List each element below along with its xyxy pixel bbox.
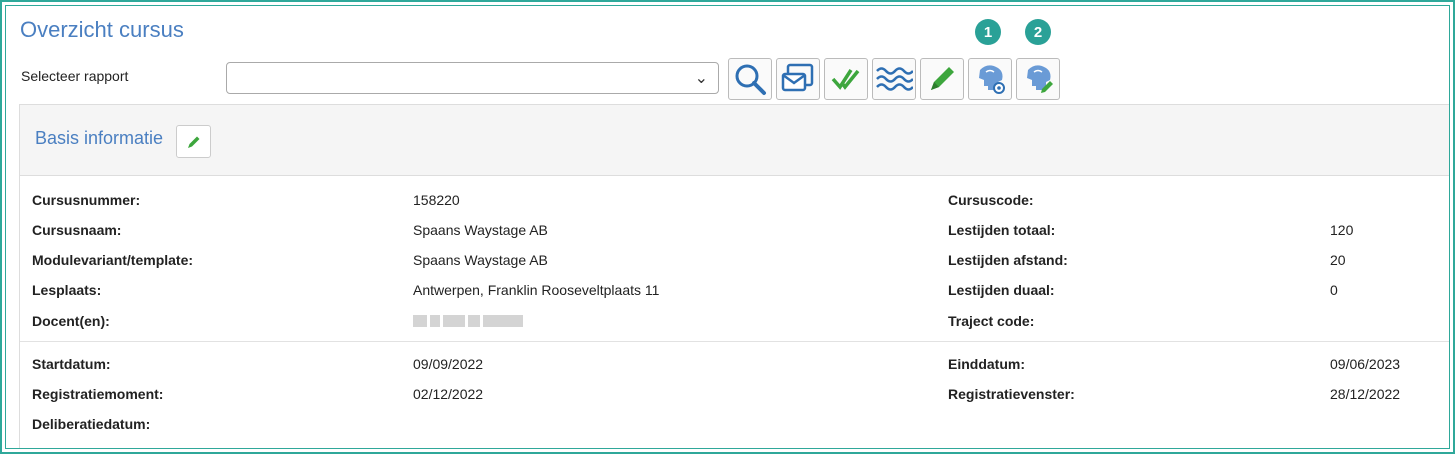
label-einddatum: Einddatum: [948, 356, 1025, 372]
label-registratievenster: Registratievenster: [948, 386, 1075, 402]
brain-gear-icon [979, 65, 1005, 94]
value-lestijden-totaal: 120 [1330, 222, 1354, 238]
edit-button[interactable] [920, 58, 964, 100]
label-cursuscode: Cursuscode: [948, 192, 1034, 208]
badge-1: 1 [975, 19, 1001, 45]
section-divider [20, 341, 1449, 342]
label-deliberatiedatum: Deliberatiedatum: [32, 416, 151, 432]
label-startdatum: Startdatum: [32, 356, 111, 372]
basis-info-panel: Basis informatie Cursusnummer: 158220 Cu… [19, 104, 1449, 448]
app-window: Overzicht cursus 1 2 Selecteer rapport ⌄ [5, 5, 1450, 449]
edit-basis-info-button[interactable] [176, 125, 211, 158]
value-registratiemoment: 02/12/2022 [413, 386, 484, 402]
label-lestijden-totaal: Lestijden totaal: [948, 222, 1056, 238]
label-traject-code: Traject code: [948, 313, 1035, 329]
value-lestijden-afstand: 20 [1330, 252, 1346, 268]
approve-button[interactable] [824, 58, 868, 100]
search-icon [735, 64, 766, 95]
label-docenten: Docent(en): [32, 313, 110, 329]
label-modulevariant: Modulevariant/template: [32, 252, 194, 268]
page-title: Overzicht cursus [20, 17, 184, 42]
label-lesplaats: Lesplaats: [32, 282, 102, 298]
redacted-teacher-name [413, 313, 533, 329]
panel-title: Basis informatie [35, 128, 164, 148]
report-select[interactable]: ⌄ [226, 62, 719, 94]
value-registratievenster: 28/12/2022 [1330, 386, 1401, 402]
pencil-icon [931, 67, 954, 90]
panel-header: Basis informatie [20, 105, 1449, 176]
waves-icon [876, 67, 913, 91]
label-cursusnaam: Cursusnaam: [32, 222, 122, 238]
mail-print-icon [781, 63, 814, 92]
report-label: Selecteer rapport [21, 68, 129, 84]
value-cursusnummer: 158220 [413, 192, 460, 208]
value-lesplaats: Antwerpen, Franklin Rooseveltplaats 11 [413, 282, 660, 298]
double-check-icon [831, 69, 860, 90]
label-registratiemoment: Registratiemoment: [32, 386, 164, 402]
value-lestijden-duaal: 0 [1330, 282, 1338, 298]
value-startdatum: 09/09/2022 [413, 356, 484, 372]
label-lestijden-afstand: Lestijden afstand: [948, 252, 1068, 268]
waves-button[interactable] [872, 58, 916, 100]
search-button[interactable] [728, 58, 772, 100]
label-cursusnummer: Cursusnummer: [32, 192, 141, 208]
brain-edit-button[interactable] [1016, 58, 1060, 100]
badge-2: 2 [1025, 19, 1051, 45]
value-cursusnaam: Spaans Waystage AB [413, 222, 548, 238]
chevron-down-icon: ⌄ [694, 70, 708, 87]
value-modulevariant: Spaans Waystage AB [413, 252, 548, 268]
label-lestijden-duaal: Lestijden duaal: [948, 282, 1055, 298]
brain-pencil-icon [1027, 65, 1053, 93]
mail-print-button[interactable] [776, 58, 820, 100]
value-einddatum: 09/06/2023 [1330, 356, 1401, 372]
pencil-icon [187, 136, 199, 148]
brain-settings-button[interactable] [968, 58, 1012, 100]
